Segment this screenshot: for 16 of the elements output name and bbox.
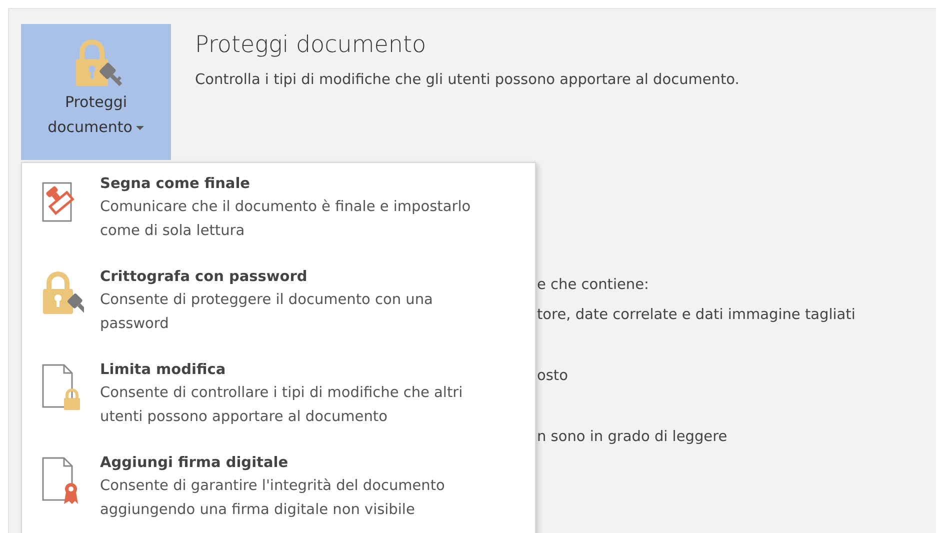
menu-item-description: Comunicare che il documento è finale e impostarlo come di sola lettura <box>100 198 472 241</box>
menu-item-title[interactable]: Crittografa con password <box>100 266 500 288</box>
menu-item-title[interactable]: Segna come finale <box>100 173 500 195</box>
protect-document-button[interactable]: Proteggi documento <box>21 24 171 160</box>
info-text: n sono in grado di leggere <box>537 428 728 447</box>
section-title: Proteggi documento <box>195 31 428 60</box>
menu-item-description: Consente di proteggere il documento con una password <box>100 291 434 334</box>
menu-item-description: Consente di controllare i tipi di modifiche che altri utenti possono apportare al documento <box>100 384 464 427</box>
info-text: tore, date correlate e dati immagine tagliati <box>537 306 856 325</box>
section-description: Controlla i tipi di modifiche che gli utenti possono apportare al documento. <box>195 71 740 90</box>
info-text: osto <box>537 367 569 386</box>
menu-item-title[interactable]: Limita modifica <box>100 359 500 381</box>
info-text: e che contiene: <box>537 276 650 295</box>
menu-item-description: Consente di garantire l'integrità del documento aggiungendo una firma digitale non visibile <box>100 477 446 520</box>
caret-icon <box>136 126 144 130</box>
menu-item-title[interactable]: Aggiungi firma digitale <box>100 452 500 474</box>
